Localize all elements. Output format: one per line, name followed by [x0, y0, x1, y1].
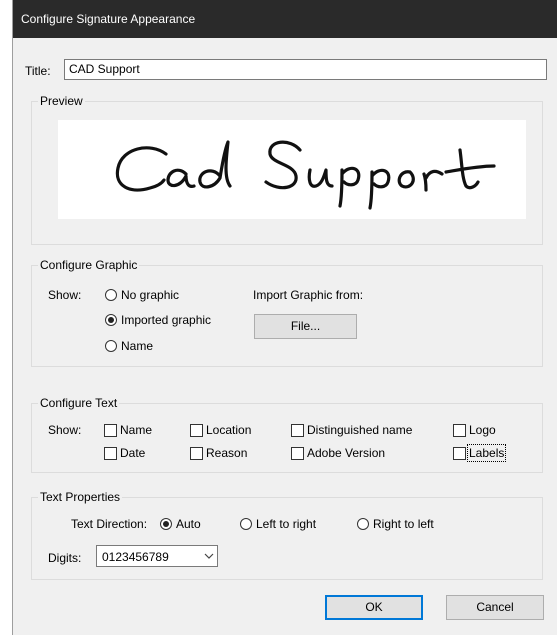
- checkbox-distinguished-name-label[interactable]: Distinguished name: [307, 423, 412, 437]
- digits-value: 0123456789: [102, 550, 169, 564]
- import-graphic-label: Import Graphic from:: [253, 288, 364, 302]
- window-title: Configure Signature Appearance: [21, 12, 196, 26]
- file-button[interactable]: File...: [254, 314, 357, 339]
- checkbox-date[interactable]: [104, 447, 117, 460]
- checkbox-distinguished-name[interactable]: [291, 424, 304, 437]
- checkbox-adobe-version-label[interactable]: Adobe Version: [307, 446, 385, 460]
- checkbox-name[interactable]: [104, 424, 117, 437]
- checkbox-logo-label[interactable]: Logo: [469, 423, 496, 437]
- cancel-button[interactable]: Cancel: [446, 595, 544, 620]
- configure-text-title: Configure Text: [38, 396, 120, 410]
- checkbox-date-label[interactable]: Date: [120, 446, 145, 460]
- text-properties-group: Text Properties: [31, 490, 543, 580]
- chevron-down-icon[interactable]: [199, 546, 217, 566]
- radio-name[interactable]: [105, 340, 117, 352]
- ok-button[interactable]: OK: [325, 595, 423, 620]
- title-input[interactable]: CAD Support: [64, 59, 547, 80]
- digits-select[interactable]: 0123456789: [96, 545, 218, 567]
- checkbox-labels-label[interactable]: Labels: [466, 444, 507, 462]
- radio-direction-rtl-label[interactable]: Right to left: [373, 517, 434, 531]
- radio-selected-dot: [108, 317, 114, 323]
- radio-no-graphic-label[interactable]: No graphic: [121, 288, 179, 302]
- radio-no-graphic[interactable]: [105, 289, 117, 301]
- title-label: Title:: [25, 64, 51, 78]
- signature-preview: [58, 120, 526, 219]
- radio-imported-graphic-label[interactable]: Imported graphic: [121, 313, 211, 327]
- checkbox-location[interactable]: [190, 424, 203, 437]
- graphic-show-label: Show:: [48, 288, 82, 302]
- signature-graphic: [115, 140, 496, 210]
- radio-direction-auto-label[interactable]: Auto: [176, 517, 201, 531]
- text-show-label: Show:: [48, 423, 82, 437]
- checkbox-location-label[interactable]: Location: [206, 423, 251, 437]
- configure-graphic-title: Configure Graphic: [38, 258, 140, 272]
- radio-direction-ltr-label[interactable]: Left to right: [256, 517, 316, 531]
- checkbox-adobe-version[interactable]: [291, 447, 304, 460]
- configure-signature-dialog: Configure Signature Appearance Title: CA…: [12, 0, 557, 635]
- text-direction-label: Text Direction:: [71, 517, 148, 531]
- preview-group-title: Preview: [38, 94, 85, 108]
- checkbox-reason[interactable]: [190, 447, 203, 460]
- radio-direction-rtl[interactable]: [357, 518, 369, 530]
- checkbox-logo[interactable]: [453, 424, 466, 437]
- radio-direction-ltr[interactable]: [240, 518, 252, 530]
- title-bar[interactable]: Configure Signature Appearance: [13, 0, 557, 38]
- checkbox-labels[interactable]: [453, 447, 466, 460]
- configure-text-group: Configure Text: [31, 396, 543, 473]
- radio-selected-dot: [163, 521, 169, 527]
- text-properties-title: Text Properties: [38, 490, 123, 504]
- radio-name-label[interactable]: Name: [121, 339, 153, 353]
- digits-label: Digits:: [48, 551, 82, 565]
- checkbox-name-label[interactable]: Name: [120, 423, 152, 437]
- radio-direction-auto[interactable]: [160, 518, 172, 530]
- checkbox-reason-label[interactable]: Reason: [206, 446, 247, 460]
- radio-imported-graphic[interactable]: [105, 314, 117, 326]
